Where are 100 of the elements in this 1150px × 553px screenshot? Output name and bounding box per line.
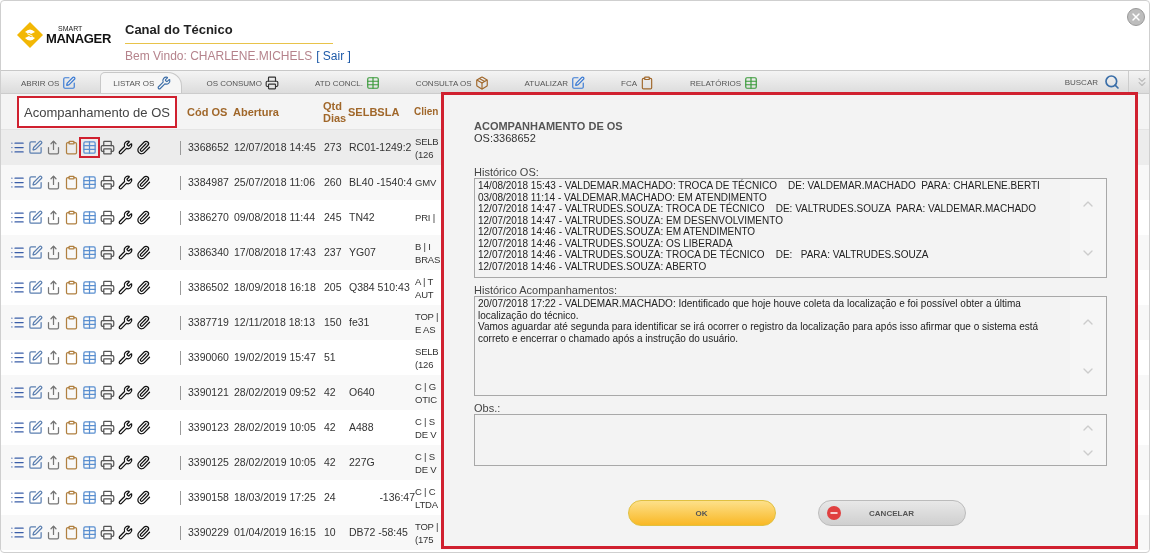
field-label: Histórico OS: [474,166,540,178]
table-icon[interactable] [79,137,100,158]
field-label: Obs.: [474,402,502,414]
table-cell-text: 17/08/2018 17:43 [234,246,317,259]
table-cell-text: C | G OTIC [415,379,438,406]
table-cell-text: 3390060 [188,351,230,364]
table-cell-text: C | S DE V [415,414,438,441]
nav-tab[interactable]: LISTAR OS [100,72,183,93]
table-cell-text: 42 [324,456,337,469]
table-icon [365,76,380,90]
nav-tab[interactable]: CONSULTA OS [403,73,499,93]
edit-icon [571,76,585,90]
table-cell-text: 273 [324,141,343,154]
printer-icon [265,76,279,90]
field-label: Histórico Acompanhamentos: [474,284,619,296]
table-cell-text: 260 [324,176,343,189]
table-cell-text: 12/07/2018 14:45 [234,141,317,154]
cancel-button[interactable]: CANCELAR [817,500,966,526]
table-cell-text: A488 [349,421,375,434]
table-cell-text: 28/02/2019 10:05 [234,456,317,469]
table-cell-text: 18/09/2018 16:18 [234,281,317,294]
table-cell-text: 3368652 [188,141,230,154]
table-cell-text: 19/02/2019 15:47 [234,351,317,364]
table-cell-text: 01/04/2019 16:15 [234,526,317,539]
search-icon[interactable] [1104,74,1120,90]
table-cell-text: fe31 [349,316,371,329]
table-cell-text: 3390121 [188,386,230,399]
table-cell-text: 237 [324,246,343,259]
table-cell-text: YG07 [349,246,377,259]
history-entry: 12/07/2018 14:46 - VALTRUDES.SOUZA: ABERTO [478,260,708,272]
edit-icon [62,76,77,90]
package-icon [474,76,489,90]
table-cell-text: 150 [324,316,343,329]
table-cell-text: 09/08/2018 11:44 [234,211,316,224]
welcome-text: Bem Vindo: CHARLENE.MICHELS [125,49,313,63]
history-entry: 12/07/2018 14:47 - VALTRUDES.SOUZA: TROCA DE TÉCNICO DE: VALTRUDES.SOUZA PARA: VALDEMAR.MACHADO [478,203,1038,215]
nav-tab[interactable]: FCA [609,73,664,93]
table-cell-text: TOP | (175 [415,519,440,546]
table-cell-text: BL40 -1540:4 [349,176,414,189]
table-cell-text: 18/03/2019 17:25 [234,491,317,504]
history-entry: 14/08/2018 15:43 - VALDEMAR.MACHADO: TROCA DE TÉCNICO DE: VALDEMAR.MACHADO PARA: CHARLENE.BERTI [478,180,1041,192]
table-cell-text: 3384987 [188,176,230,189]
wrench-icon [157,76,172,90]
table-cell-text: 51 [324,351,337,364]
history-entry: 20/07/2018 17:22 - VALDEMAR.MACHADO: Identificado que hoje houve coleta da localização e foi possível obter a última localização do técnico. [478,298,1022,321]
table-cell-text: A | T AUT [415,274,435,301]
table-cell-text: 245 [324,211,343,224]
column-header: Abertura [233,105,280,118]
nav-tab[interactable]: ATD CONCL. [303,73,390,93]
dialog-title: ACOMPANHAMENTO DE OS [474,120,624,132]
table-cell-text: 25/07/2018 11:06 [234,176,316,189]
table-cell-text: Q384 510:43 [349,281,411,294]
table-cell-text: 3390229 [188,526,230,539]
table-cell-text: SELB (126 [415,134,440,161]
table-cell-text: GMV [415,176,438,189]
table-cell-text: PRI | [415,211,436,224]
table-cell-text: 3386340 [188,246,230,259]
logout-link[interactable]: [ Sair ] [316,49,351,63]
column-header: Cód OS [187,105,229,118]
table-cell-text: TN42 [349,211,376,224]
table-cell-text: 28/02/2019 09:52 [234,386,317,399]
minus-icon [826,506,841,520]
clipboard-icon [640,76,654,90]
ok-button[interactable]: OK [627,500,776,526]
nav-tab[interactable]: RELATÓRIOS [678,73,768,93]
table-cell-text: SELB (126 [415,344,440,371]
table-cell-text: 24 [324,491,337,504]
table-cell-text: 3387719 [188,316,230,329]
table-cell-text: 3386270 [188,211,230,224]
column-header: Clien [414,105,440,118]
history-entry: 12/07/2018 14:46 - VALTRUDES.SOUZA: OS LIBERADA [478,237,733,249]
history-entry: Vamos aguardar até segunda para identificar se irá ocorrer o registro da localização para após isso afirmar que o sistema está correto e encerrar o chamado após a instrução do usuário. [478,321,1040,344]
nav-tab[interactable]: OS CONSUMO [194,73,289,93]
table-cell-text: 28/02/2019 10:05 [234,421,317,434]
table-cell-text: DB72 -58:45 [349,526,409,539]
history-entry: 12/07/2018 14:46 - VALTRUDES.SOUZA: TROCA DE TÉCNICO DE: PARA: VALTRUDES.SOUZA [478,249,930,261]
table-cell-text: 205 [324,281,343,294]
nav-tab[interactable]: ATUALIZAR [512,73,595,93]
table-cell-text: -136:47 [378,491,415,503]
table-cell-text: TOP | E AS [415,309,440,336]
table-cell-text: 227G [349,456,376,469]
table-icon [744,76,758,90]
table-cell-text: 3390125 [188,456,230,469]
close-button[interactable] [1127,8,1145,26]
close-icon [1130,11,1142,23]
search-button[interactable]: BUSCAR [1064,77,1098,87]
logo-icon [16,21,44,49]
tooltip: Acompanhamento de OS [17,96,177,128]
table-cell-text: 10 [324,526,337,539]
table-cell-text: 42 [324,421,337,434]
dialog-subtitle: OS:3368652 [474,132,537,144]
table-cell-text: 3390158 [188,491,230,504]
column-header: SELBSLA [348,105,401,118]
table-cell-text: 3390123 [188,421,230,434]
column-header: Qtd Dias [323,99,347,124]
table-cell: B | I BRAS [415,239,442,266]
nav-tab[interactable]: ABRIR OS [9,73,87,93]
table-cell-text: RC01-1249:2 [349,141,413,154]
history-entry: 03/08/2018 11:14 - VALDEMAR.MACHADO: EM ATENDIMENTO [478,191,768,203]
history-entry: 12/07/2018 14:47 - VALTRUDES.SOUZA: EM DESENVOLVIMENTO [478,214,784,226]
